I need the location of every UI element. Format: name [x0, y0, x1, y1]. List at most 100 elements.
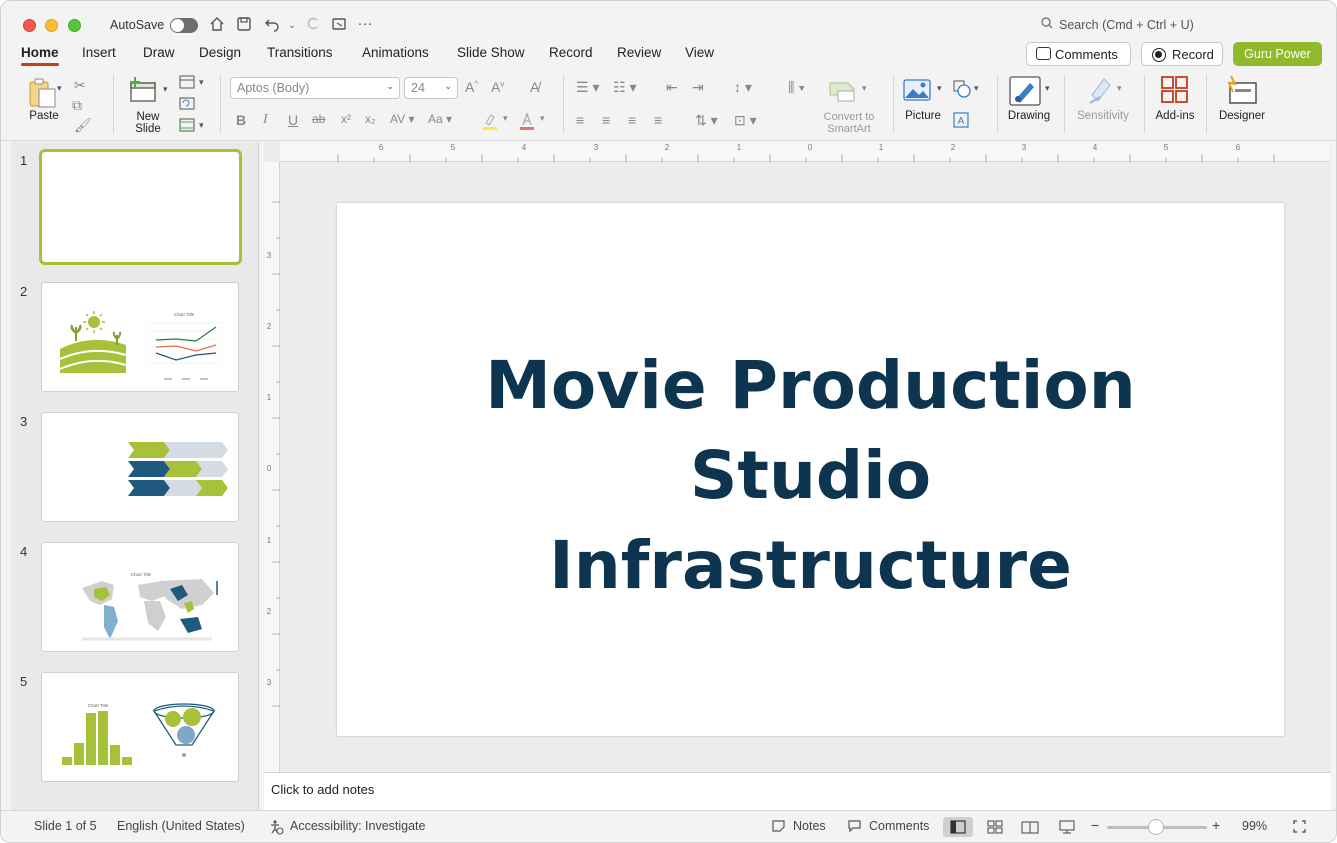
notes-placeholder: Click to add notes [271, 782, 375, 797]
paste-label: Paste [29, 110, 59, 122]
slide-thumbnail-3[interactable] [41, 412, 239, 522]
bullets-icon: ☰ ▾ [576, 79, 600, 95]
minimize-window-button[interactable] [45, 19, 58, 32]
slide-title-line-1: Movie Production [485, 347, 1136, 424]
tab-insert[interactable]: Insert [82, 45, 116, 60]
section-icon[interactable] [178, 118, 196, 134]
superscript-icon: x² [341, 112, 351, 126]
drawing-icon[interactable] [1008, 75, 1042, 107]
language-indicator[interactable]: English (United States) [117, 819, 245, 833]
slide-thumbnail-4[interactable]: Chart Title [41, 542, 239, 652]
smartart-dropdown-icon: ▾ [862, 83, 867, 93]
notes-pane[interactable]: Click to add notes [264, 772, 1331, 810]
shapes-icon[interactable] [952, 79, 972, 99]
ruler-label: 2 [951, 143, 956, 152]
more-options-icon[interactable]: ··· [355, 15, 375, 35]
format-painter-icon[interactable]: 🖌 [74, 117, 92, 134]
slide-editor: 6 5 4 3 2 1 0 1 2 3 4 5 6 3 2 1 0 1 2 3 … [264, 142, 1331, 772]
new-slide-icon[interactable] [127, 75, 159, 107]
reset-slide-icon[interactable] [178, 96, 196, 112]
record-button[interactable]: Record [1141, 42, 1223, 66]
bold-icon: B [236, 112, 247, 128]
text-box-icon[interactable]: A [952, 111, 970, 129]
font-name-value: Aptos (Body) [237, 81, 310, 95]
search-placeholder: Search (Cmd + Ctrl + U) [1059, 18, 1194, 32]
slideshow-view-button[interactable] [1052, 817, 1082, 837]
zoom-level[interactable]: 99% [1242, 819, 1267, 833]
comments-status-icon[interactable] [847, 819, 863, 836]
tab-transitions[interactable]: Transitions [267, 45, 333, 60]
slide-title[interactable]: Movie Production Studio Infrastructure [337, 341, 1284, 611]
accessibility-status[interactable]: Accessibility: Investigate [290, 819, 425, 833]
tab-slide-show[interactable]: Slide Show [457, 45, 525, 60]
comments-button[interactable]: Comments [1026, 42, 1131, 66]
ruler-label: 5 [1164, 143, 1169, 152]
ruler-label: 1 [267, 536, 272, 545]
shapes-dropdown-icon[interactable]: ▾ [974, 83, 979, 94]
comments-toggle-label[interactable]: Comments [869, 819, 929, 833]
drawing-dropdown-icon[interactable]: ▾ [1045, 83, 1050, 94]
underline-icon: U [288, 112, 299, 128]
tab-draw[interactable]: Draw [143, 45, 175, 60]
picture-icon[interactable] [902, 77, 932, 105]
tab-home[interactable]: Home [21, 45, 59, 66]
addins-icon[interactable] [1160, 75, 1190, 105]
autosave-toggle[interactable] [170, 18, 198, 33]
thumbnail-number: 3 [20, 414, 28, 429]
designer-icon[interactable] [1225, 74, 1259, 106]
guru-power-button[interactable]: Guru Power [1233, 42, 1322, 66]
vertical-ruler: 3 2 1 0 1 2 3 [264, 162, 280, 772]
zoom-window-button[interactable] [68, 19, 81, 32]
zoom-out-button[interactable]: − [1091, 817, 1099, 833]
fit-to-window-icon[interactable] [1292, 819, 1308, 837]
font-size-field[interactable]: 24 ⌄ [404, 77, 458, 99]
tab-review[interactable]: Review [617, 45, 661, 60]
autosave-label: AutoSave [110, 18, 165, 32]
sensitivity-dropdown-icon: ▾ [1117, 83, 1122, 93]
status-bar: Slide 1 of 5 English (United States) Acc… [1, 810, 1336, 842]
ruler-label: 6 [1236, 143, 1241, 152]
accessibility-icon[interactable] [268, 819, 286, 838]
search-box[interactable]: Search (Cmd + Ctrl + U) [1041, 17, 1281, 37]
layout-icon[interactable] [178, 75, 196, 91]
columns-icon: ⫼ ▾ [788, 79, 806, 95]
ruler-label: 3 [267, 251, 272, 260]
slide-thumbnail-2[interactable]: Chart Title [41, 282, 239, 392]
new-slide-label: New Slide [135, 111, 161, 135]
tab-animations[interactable]: Animations [362, 45, 429, 60]
present-icon[interactable] [329, 15, 349, 35]
convert-smartart-label: Convert to SmartArt [823, 111, 875, 135]
normal-view-button[interactable] [943, 817, 973, 837]
record-icon [1152, 48, 1166, 62]
tab-view[interactable]: View [685, 45, 714, 60]
notes-toggle-label[interactable]: Notes [793, 819, 826, 833]
layout-dropdown-icon[interactable]: ▾ [199, 77, 204, 88]
clear-formatting-icon: A̸ [530, 79, 540, 95]
slide-thumbnail-1[interactable] [39, 149, 242, 265]
close-window-button[interactable] [23, 19, 36, 32]
slide-thumbnail-5[interactable]: Chart Title [41, 672, 239, 782]
paste-dropdown-icon[interactable]: ▾ [57, 83, 62, 94]
font-name-field[interactable]: Aptos (Body) ⌄ [230, 77, 400, 99]
horizontal-ruler: 6 5 4 3 2 1 0 1 2 3 4 5 6 [280, 142, 1330, 162]
zoom-in-button[interactable]: + [1212, 817, 1220, 833]
reading-view-button[interactable] [1015, 817, 1045, 837]
zoom-slider-handle[interactable] [1148, 819, 1164, 835]
slide-sorter-view-button[interactable] [980, 817, 1010, 837]
ruler-label: 4 [1093, 143, 1098, 152]
new-slide-dropdown-icon[interactable]: ▾ [163, 84, 168, 95]
font-color-dropdown-icon: ▾ [540, 113, 545, 123]
tab-record[interactable]: Record [549, 45, 593, 60]
undo-icon[interactable] [262, 15, 282, 35]
paste-icon[interactable] [25, 77, 61, 109]
ribbon-toolbar: ▾ Paste ✂ ⧉ 🖌 ▾ New Slide ▾ ▾ Aptos (Body… [1, 69, 1336, 141]
notes-icon[interactable] [771, 819, 787, 836]
undo-dropdown-icon[interactable]: ⌄ [282, 15, 302, 35]
section-dropdown-icon[interactable]: ▾ [199, 120, 204, 131]
current-slide[interactable]: Movie Production Studio Infrastructure [337, 203, 1284, 736]
ruler-label: 1 [267, 393, 272, 402]
picture-dropdown-icon[interactable]: ▾ [937, 83, 942, 94]
save-icon[interactable] [234, 15, 254, 35]
home-icon[interactable] [207, 15, 227, 35]
tab-design[interactable]: Design [199, 45, 241, 60]
